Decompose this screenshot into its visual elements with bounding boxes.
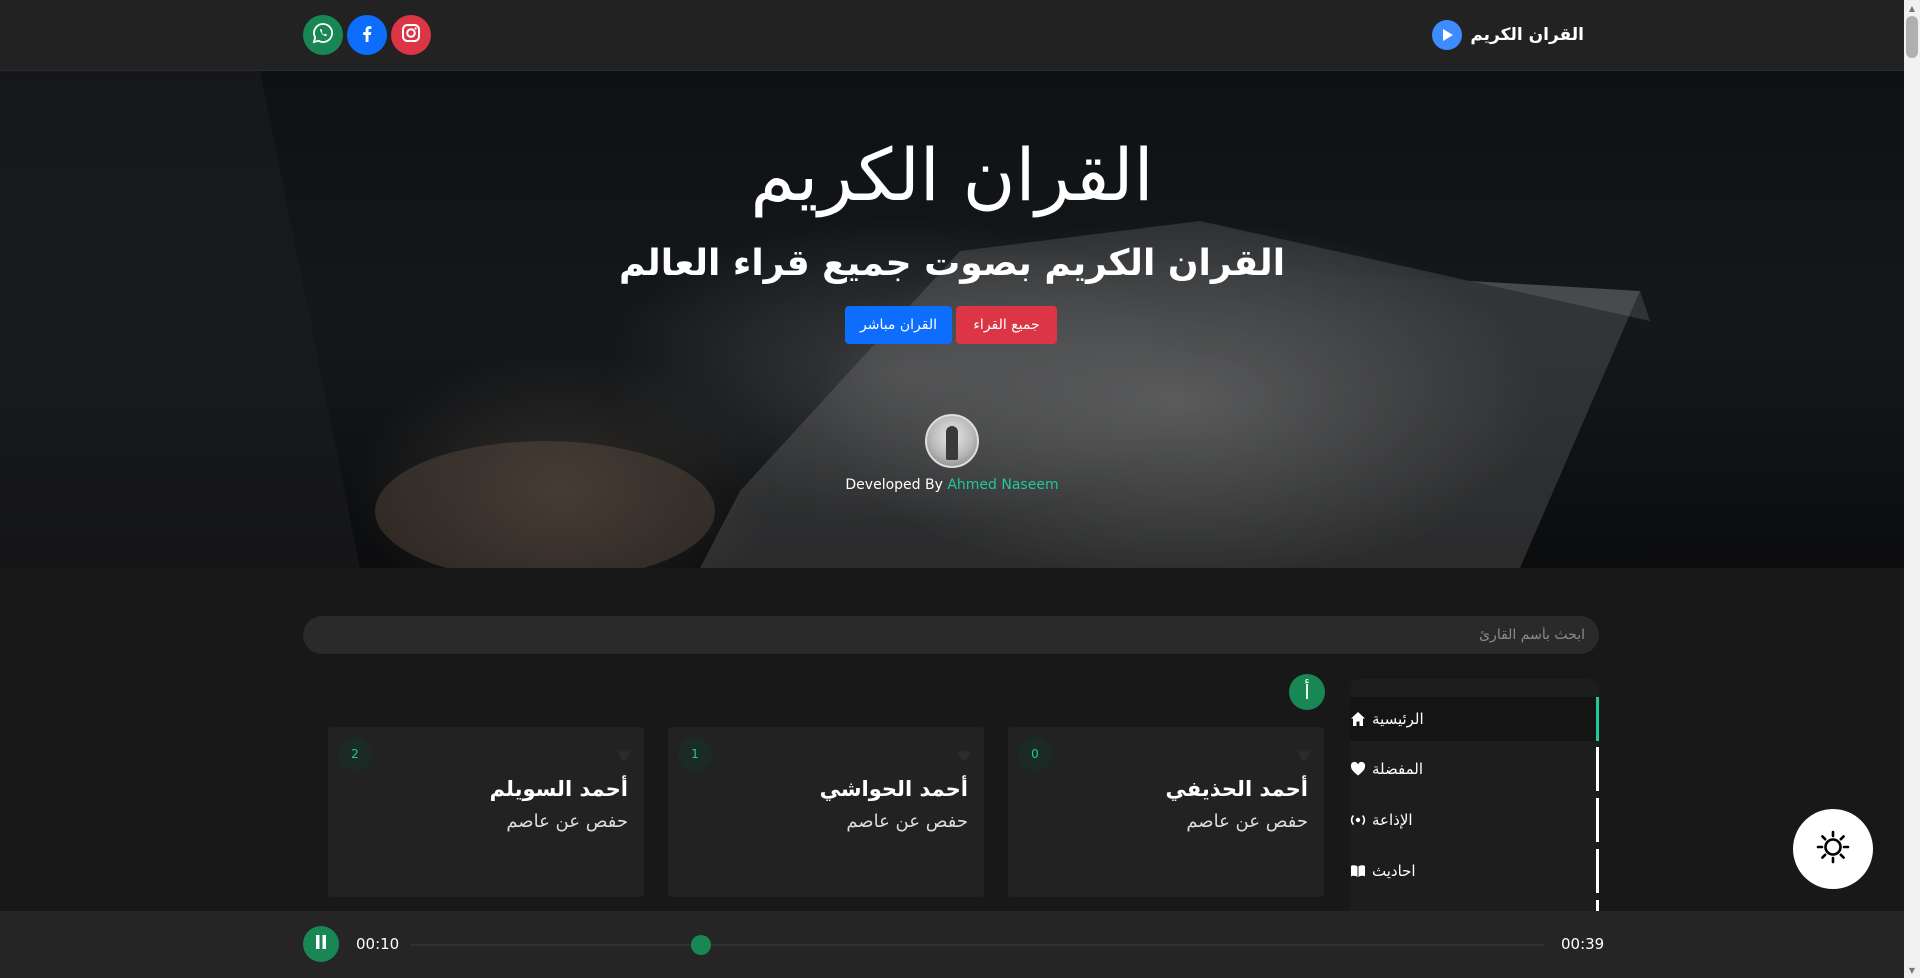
reciter-card[interactable]: 0 أحمد الحذيفي حفص عن عاصم [1008, 727, 1324, 897]
hero-title: القران الكريم [750, 133, 1154, 217]
favorite-heart-icon[interactable] [958, 747, 970, 761]
theme-toggle-button[interactable] [1793, 809, 1873, 889]
home-icon [1350, 711, 1366, 727]
sidebar-item-label: الإذاعة [1372, 811, 1413, 829]
card-number-badge: 1 [678, 737, 712, 771]
letter-filter-button[interactable]: أ [1289, 674, 1325, 710]
card-number-badge: 2 [338, 737, 372, 771]
reciter-card[interactable]: 2 أحمد السويلم حفص عن عاصم [328, 727, 644, 897]
reciter-rewaya: حفص عن عاصم [506, 811, 628, 832]
reciter-rewaya: حفص عن عاصم [1186, 811, 1308, 832]
duration-time: 00:39 [1561, 935, 1605, 953]
reciter-search-input[interactable] [303, 616, 1599, 654]
whatsapp-icon [311, 21, 335, 49]
sidebar-item-more[interactable] [1350, 900, 1599, 911]
hero-subtitle: القران الكريم بصوت جميع قراء العالم [618, 243, 1286, 284]
sidebar-item-home[interactable]: الرئيسية [1350, 697, 1599, 741]
sidebar-item-hadith[interactable]: احاديث [1350, 849, 1599, 893]
all-reciters-button[interactable]: جميع القراء [956, 306, 1057, 344]
sidebar-menu: الرئيسية المفضلة الإذاعة احاديث [1350, 679, 1599, 911]
instagram-link[interactable] [391, 15, 431, 55]
reciter-name: أحمد الحذيفي [1165, 777, 1308, 801]
radio-icon [1350, 812, 1366, 828]
progress-thumb[interactable] [690, 935, 711, 955]
sidebar-item-label: المفضلة [1372, 760, 1424, 778]
favorite-heart-icon[interactable] [618, 747, 630, 761]
social-links [303, 15, 431, 55]
reciter-rewaya: حفص عن عاصم [846, 811, 968, 832]
whatsapp-link[interactable] [303, 15, 343, 55]
book-icon [1350, 863, 1366, 879]
scroll-down-arrow-icon[interactable]: ▼ [1904, 962, 1920, 978]
scrollbar-thumb[interactable] [1906, 16, 1918, 58]
live-quran-button[interactable]: القران مباشر [845, 306, 952, 344]
sidebar-item-label: احاديث [1372, 862, 1416, 880]
reciter-name: أحمد السويلم [489, 777, 628, 801]
progress-track[interactable] [410, 944, 1545, 946]
scroll-up-arrow-icon[interactable]: ▲ [1904, 0, 1920, 16]
facebook-icon [355, 21, 379, 49]
developer-name-link[interactable]: Ahmed Naseem [947, 477, 1058, 493]
reciter-name: أحمد الحواشي [819, 777, 968, 801]
brand-label: القران الكريم [1470, 25, 1584, 45]
pause-button[interactable] [303, 926, 339, 962]
brand-link[interactable]: القران الكريم [1432, 18, 1584, 52]
instagram-icon [399, 21, 423, 49]
current-time: 00:10 [356, 935, 400, 953]
audio-player: 00:10 00:39 [0, 911, 1904, 978]
pause-icon [314, 934, 328, 954]
sidebar-item-radio[interactable]: الإذاعة [1350, 798, 1599, 842]
developer-credit: Developed By Ahmed Naseem [0, 477, 1904, 493]
play-circle-icon [1432, 20, 1463, 50]
sun-icon [1816, 830, 1850, 868]
navbar: القران الكريم [0, 0, 1904, 71]
favorite-heart-icon[interactable] [1298, 747, 1310, 761]
sidebar-item-label: الرئيسية [1372, 710, 1424, 728]
reciter-card[interactable]: 1 أحمد الحواشي حفص عن عاصم [668, 727, 984, 897]
facebook-link[interactable] [347, 15, 387, 55]
heart-icon [1350, 761, 1366, 777]
developer-avatar [925, 414, 979, 468]
card-number-badge: 0 [1018, 737, 1052, 771]
sidebar-item-favorites[interactable]: المفضلة [1350, 747, 1599, 791]
hero-buttons: القران مباشر جميع القراء [845, 306, 1057, 344]
developed-by-label: Developed By [845, 477, 943, 493]
page-scrollbar[interactable] [1904, 0, 1920, 978]
hero-banner: القران الكريم القران الكريم بصوت جميع قر… [0, 71, 1904, 568]
